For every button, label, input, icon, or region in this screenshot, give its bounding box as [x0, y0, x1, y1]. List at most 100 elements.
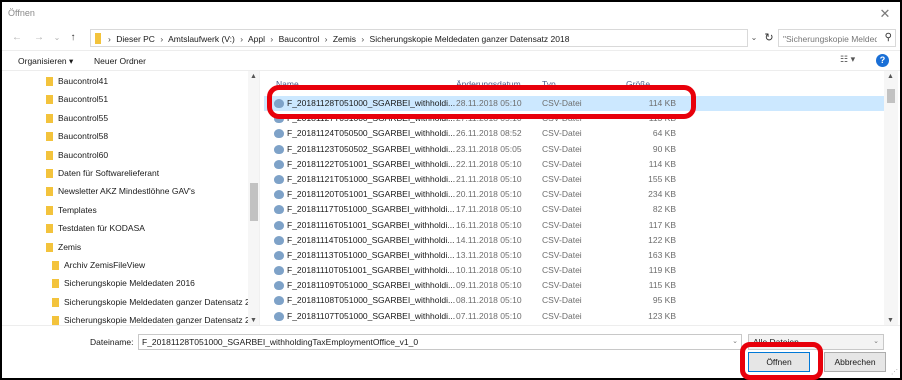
sidebar-item-label: Baucontrol41: [58, 76, 109, 86]
organize-button[interactable]: Organisieren ▾: [18, 56, 73, 67]
chevron-down-icon[interactable]: ⌄: [732, 337, 738, 345]
csv-file-icon: [274, 220, 284, 230]
open-button[interactable]: Öffnen: [748, 352, 810, 372]
filename-field[interactable]: F_20181128T051000_SGARBEI_withholdingTax…: [138, 334, 742, 350]
search-input[interactable]: "Sicherungskopie Meldedaten ... ⚲: [778, 29, 896, 47]
sidebar-item[interactable]: Baucontrol58: [2, 127, 248, 145]
sidebar-item[interactable]: Testdaten für KODASA: [2, 219, 248, 237]
up-arrow-icon[interactable]: ↑: [66, 30, 80, 46]
file-name: F_20181124T050500_SGARBEI_withholdi...: [287, 128, 456, 139]
folder-icon: [46, 77, 53, 86]
file-row[interactable]: F_20181114T051000_SGARBEI_withholdi... 14…: [264, 233, 884, 248]
sidebar-item[interactable]: Baucontrol60: [2, 146, 248, 164]
back-arrow-icon[interactable]: ←: [10, 30, 24, 46]
sidebar-item[interactable]: Daten für Softwarelieferant: [2, 164, 248, 182]
column-header-date[interactable]: Änderungsdatum: [456, 79, 521, 89]
file-size: 114 KB: [648, 158, 676, 169]
sidebar-item-label: Sicherungskopie Meldedaten 2016: [64, 278, 195, 289]
scroll-down-icon[interactable]: ▼: [887, 317, 894, 324]
close-icon[interactable]: ✕: [876, 5, 894, 23]
forward-arrow-icon[interactable]: →: [32, 30, 46, 46]
navigation-pane: Baucontrol41 Baucontrol51 Baucontrol55 Bauc…: [2, 71, 260, 326]
scroll-up-icon[interactable]: ▲: [887, 73, 894, 80]
file-type-select[interactable]: Alle Dateien ⌄: [748, 334, 884, 350]
breadcrumb-item[interactable]: Dieser PC: [116, 34, 155, 44]
file-size: 117 KB: [648, 219, 676, 230]
sidebar-item[interactable]: Sicherungskopie Meldedaten ganzer Datens…: [2, 311, 254, 326]
csv-file-icon: [274, 205, 284, 215]
breadcrumb-item[interactable]: Sicherungskopie Meldedaten ganzer Datens…: [370, 34, 570, 44]
column-header-type[interactable]: Typ: [542, 79, 556, 89]
scroll-down-icon[interactable]: ▼: [250, 317, 257, 324]
breadcrumb-item[interactable]: Amtslaufwerk (V:): [168, 34, 235, 44]
search-icon[interactable]: ⚲: [885, 32, 892, 43]
file-row[interactable]: F_20181122T051001_SGARBEI_withholdi... 22…: [264, 157, 884, 172]
sidebar-item[interactable]: Zemis: [2, 238, 248, 256]
file-row[interactable]: F_20181124T050500_SGARBEI_withholdi... 26…: [264, 126, 884, 141]
sidebar-item[interactable]: Baucontrol51: [2, 90, 248, 108]
sidebar-item-label: Daten für Softwarelieferant: [58, 167, 160, 178]
file-size: 234 KB: [648, 189, 676, 200]
sidebar-item[interactable]: Baucontrol41: [2, 72, 248, 90]
scrollbar-thumb[interactable]: [887, 89, 895, 103]
csv-file-icon: [274, 114, 284, 124]
csv-file-icon: [274, 311, 284, 321]
column-header-size[interactable]: Größe: [626, 79, 650, 89]
resize-grip-icon[interactable]: ⋰: [891, 368, 898, 376]
sidebar-item[interactable]: Newsletter AKZ Mindestlöhne GAV's: [2, 182, 248, 200]
new-folder-button[interactable]: Neuer Ordner: [94, 56, 146, 66]
file-type: CSV-Datei: [542, 113, 582, 124]
title-bar: Öffnen ✕: [2, 2, 900, 26]
recent-locations-icon[interactable]: ⌄: [50, 30, 64, 46]
csv-file-icon: [274, 250, 284, 260]
sidebar-item-label: Sicherungskopie Meldedaten ganzer Datens…: [64, 296, 255, 307]
chevron-down-icon[interactable]: ⌄: [873, 337, 879, 345]
file-date: 20.11.2018 05:10: [456, 189, 522, 200]
sidebar-item-label: Templates: [58, 204, 97, 215]
file-row[interactable]: F_20181127T051000_SGARBEI_withholdi... 27…: [264, 111, 884, 126]
file-row[interactable]: F_20181116T051001_SGARBEI_withholdi... 16…: [264, 218, 884, 233]
file-date: 27.11.2018 05:10: [456, 113, 522, 124]
column-header-row: Name ⌄ Änderungsdatum Typ Größe: [264, 71, 884, 89]
file-row[interactable]: F_20181109T051000_SGARBEI_withholdi... 09…: [264, 278, 884, 293]
sidebar-item[interactable]: Templates: [2, 201, 248, 219]
view-options-icon[interactable]: ☷ ▾: [840, 54, 862, 68]
file-row[interactable]: F_20181108T051000_SGARBEI_withholdi... 08…: [264, 293, 884, 308]
file-type: CSV-Datei: [542, 98, 582, 108]
scroll-up-icon[interactable]: ▲: [250, 73, 257, 80]
sidebar-item[interactable]: Sicherungskopie Meldedaten ganzer Datens…: [2, 293, 254, 311]
file-row[interactable]: F_20181117T051000_SGARBEI_withholdi... 17…: [264, 202, 884, 217]
address-bar[interactable]: › Dieser PC › Amtslaufwerk (V:) › Appl ›…: [90, 29, 748, 47]
address-dropdown-icon[interactable]: ⌄: [748, 29, 760, 47]
csv-file-icon: [274, 190, 284, 200]
folder-icon: [46, 150, 53, 160]
file-size: 115 KB: [648, 280, 676, 291]
help-icon[interactable]: ?: [876, 54, 889, 67]
file-row[interactable]: F_20181107T051000_SGARBEI_withholdi... 07…: [264, 309, 884, 324]
file-row[interactable]: F_20181110T051001_SGARBEI_withholdi... 10…: [264, 263, 884, 278]
file-row[interactable]: F_20181128T051000_SGARBEI_withholdi... 28…: [264, 96, 884, 112]
file-row[interactable]: F_20181113T051000_SGARBEI_withholdi... 13…: [264, 248, 884, 263]
file-date: 22.11.2018 05:10: [456, 158, 522, 169]
file-row[interactable]: F_20181120T051001_SGARBEI_withholdi... 20…: [264, 187, 884, 202]
breadcrumb-item[interactable]: Appl: [248, 34, 265, 44]
column-header-name[interactable]: Name: [276, 79, 299, 89]
sidebar-item-label: Testdaten für KODASA: [58, 223, 145, 234]
navigation-scrollbar[interactable]: ▲ ▼: [248, 71, 259, 326]
file-row[interactable]: F_20181121T051000_SGARBEI_withholdi... 21…: [264, 172, 884, 187]
refresh-icon[interactable]: ↻: [762, 29, 776, 47]
sidebar-item[interactable]: Sicherungskopie Meldedaten 2016: [2, 274, 248, 292]
scrollbar-thumb[interactable]: [250, 183, 258, 221]
file-row[interactable]: F_20181123T050502_SGARBEI_withholdi... 23…: [264, 142, 884, 157]
file-name: F_20181123T050502_SGARBEI_withholdi...: [287, 143, 456, 154]
file-list-scrollbar[interactable]: ▲ ▼: [884, 71, 898, 326]
file-type: CSV-Datei: [542, 310, 582, 321]
file-date: 14.11.2018 05:10: [456, 234, 522, 245]
breadcrumb-item[interactable]: Zemis: [333, 34, 356, 44]
sidebar-item[interactable]: Baucontrol55: [2, 109, 248, 127]
breadcrumb-item[interactable]: Baucontrol: [279, 34, 320, 44]
cancel-button[interactable]: Abbrechen: [824, 352, 886, 372]
sidebar-item[interactable]: Archiv ZemisFileView: [2, 256, 248, 274]
file-size: 82 KB: [652, 204, 676, 215]
file-type: CSV-Datei: [542, 204, 582, 215]
